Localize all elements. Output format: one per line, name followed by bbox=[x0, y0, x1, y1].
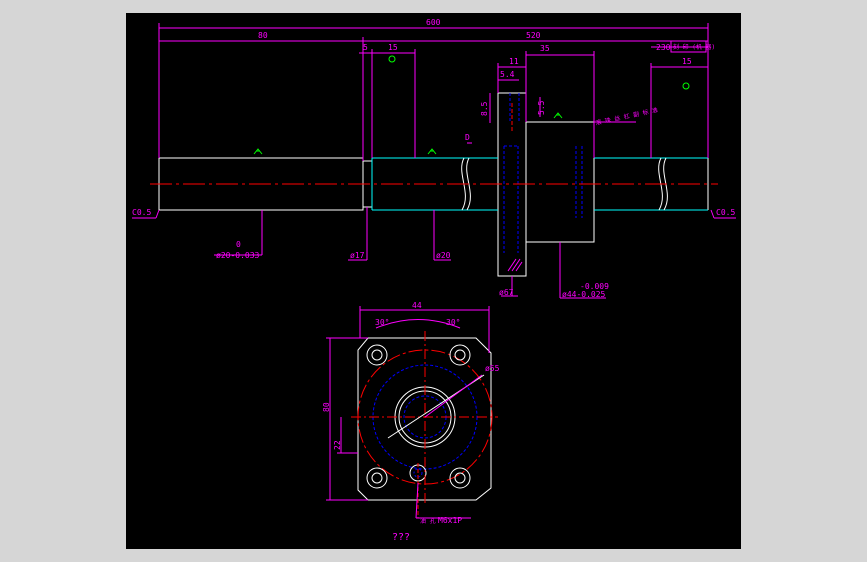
dim-len-15-left: 15 bbox=[388, 43, 398, 52]
dim-len-15-right: 15 bbox=[682, 57, 692, 66]
flange-front-view bbox=[351, 331, 498, 518]
dim-step-5: 5 bbox=[363, 43, 368, 52]
dim-dia-67: ø67 bbox=[499, 288, 514, 297]
dim-flange-height: 80 bbox=[322, 402, 331, 412]
surface-finish-symbols bbox=[253, 55, 690, 155]
dim-dia-20: ø20-0.033 bbox=[216, 251, 260, 260]
cad-drawing-canvas[interactable]: 600 80 520 5 15 35 11 5.4 8.5 5.5 15 230… bbox=[126, 13, 741, 549]
dim-total-length: 600 bbox=[426, 18, 441, 27]
bottom-label: ??? bbox=[392, 532, 410, 543]
dim-chamfer-right: C0.5 bbox=[716, 208, 735, 217]
dim-dia-44: ø44-0.025 bbox=[562, 290, 606, 299]
nut-note: 滚 珠 丝 杠 副 标 准 bbox=[595, 106, 659, 127]
nut-hidden-lines bbox=[503, 93, 583, 253]
dim-dia-17: ø17 bbox=[350, 251, 365, 260]
dim-pcd-55: ø55 bbox=[485, 364, 500, 373]
dim-chamfer-left: C0.5 bbox=[132, 208, 151, 217]
label-d: D bbox=[465, 133, 470, 142]
dim-len-11: 11 bbox=[509, 57, 519, 66]
dim-len-230: 230 bbox=[656, 43, 671, 52]
dim-len-5-4: 5.4 bbox=[500, 70, 515, 79]
ball-screw-drawing: 600 80 520 5 15 35 11 5.4 8.5 5.5 15 230… bbox=[132, 18, 736, 543]
dim-flange-width: 44 bbox=[412, 301, 422, 310]
thread-prefix: 油 孔 bbox=[420, 517, 436, 525]
dim-left-length: 80 bbox=[258, 31, 268, 40]
dim-len-8-5: 8.5 bbox=[480, 101, 489, 116]
dim-angle-left: 30° bbox=[375, 318, 389, 327]
dim-dia-20-tol: 0 bbox=[236, 240, 241, 249]
flange-hatch bbox=[507, 258, 523, 272]
dim-dia-20b: ø20 bbox=[436, 251, 451, 260]
dim-right-length: 520 bbox=[526, 31, 541, 40]
thread-note: M6x1P bbox=[438, 516, 462, 525]
dim-offset-22: 22 bbox=[333, 440, 342, 450]
tag-note: 刻 印 (机 器) bbox=[673, 43, 715, 51]
dim-angle-right: 30° bbox=[446, 318, 460, 327]
dim-len-35: 35 bbox=[540, 44, 550, 53]
dim-len-5-5: 5.5 bbox=[537, 100, 546, 115]
